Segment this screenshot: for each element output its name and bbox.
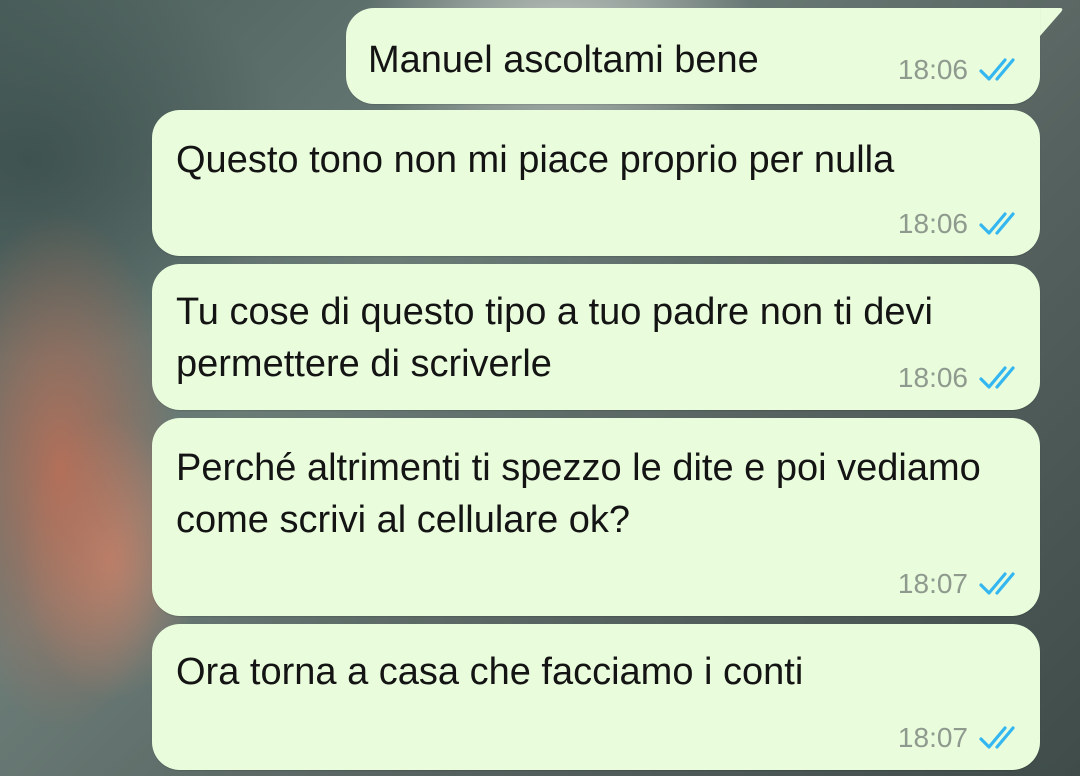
message-meta: 18:06: [898, 54, 1018, 86]
message-timestamp: 18:06: [897, 362, 968, 393]
message-text: Questo tono non mi piace proprio per nul…: [176, 139, 895, 181]
double-check-read-icon: [979, 366, 1015, 389]
message-timestamp: 18:06: [897, 54, 968, 85]
outgoing-message[interactable]: Questo tono non mi piace proprio per nul…: [152, 110, 1040, 256]
message-timestamp: 18:07: [897, 568, 968, 599]
message-meta: 18:07: [898, 568, 1018, 600]
message-meta: 18:06: [898, 362, 1018, 394]
message-text: Ora torna a casa che facciamo i conti: [176, 651, 804, 693]
message-timestamp: 18:06: [897, 208, 968, 239]
message-meta: 18:07: [898, 722, 1018, 754]
double-check-read-icon: [979, 572, 1015, 595]
message-text: Tu cose di questo tipo a tuo padre non t…: [176, 291, 933, 385]
message-text: Perché altrimenti ti spezzo le dite e po…: [176, 447, 981, 541]
double-check-read-icon: [979, 58, 1015, 81]
outgoing-message[interactable]: Manuel ascoltami bene 18:06: [346, 8, 1040, 104]
double-check-read-icon: [979, 212, 1015, 235]
outgoing-message[interactable]: Ora torna a casa che facciamo i conti 18…: [152, 624, 1040, 770]
outgoing-message[interactable]: Perché altrimenti ti spezzo le dite e po…: [152, 418, 1040, 616]
double-check-read-icon: [979, 726, 1015, 749]
outgoing-message[interactable]: Tu cose di questo tipo a tuo padre non t…: [152, 264, 1040, 410]
chat-conversation[interactable]: Manuel ascoltami bene 18:06 Questo tono …: [0, 0, 1080, 776]
message-timestamp: 18:07: [897, 722, 968, 753]
message-meta: 18:06: [898, 208, 1018, 240]
